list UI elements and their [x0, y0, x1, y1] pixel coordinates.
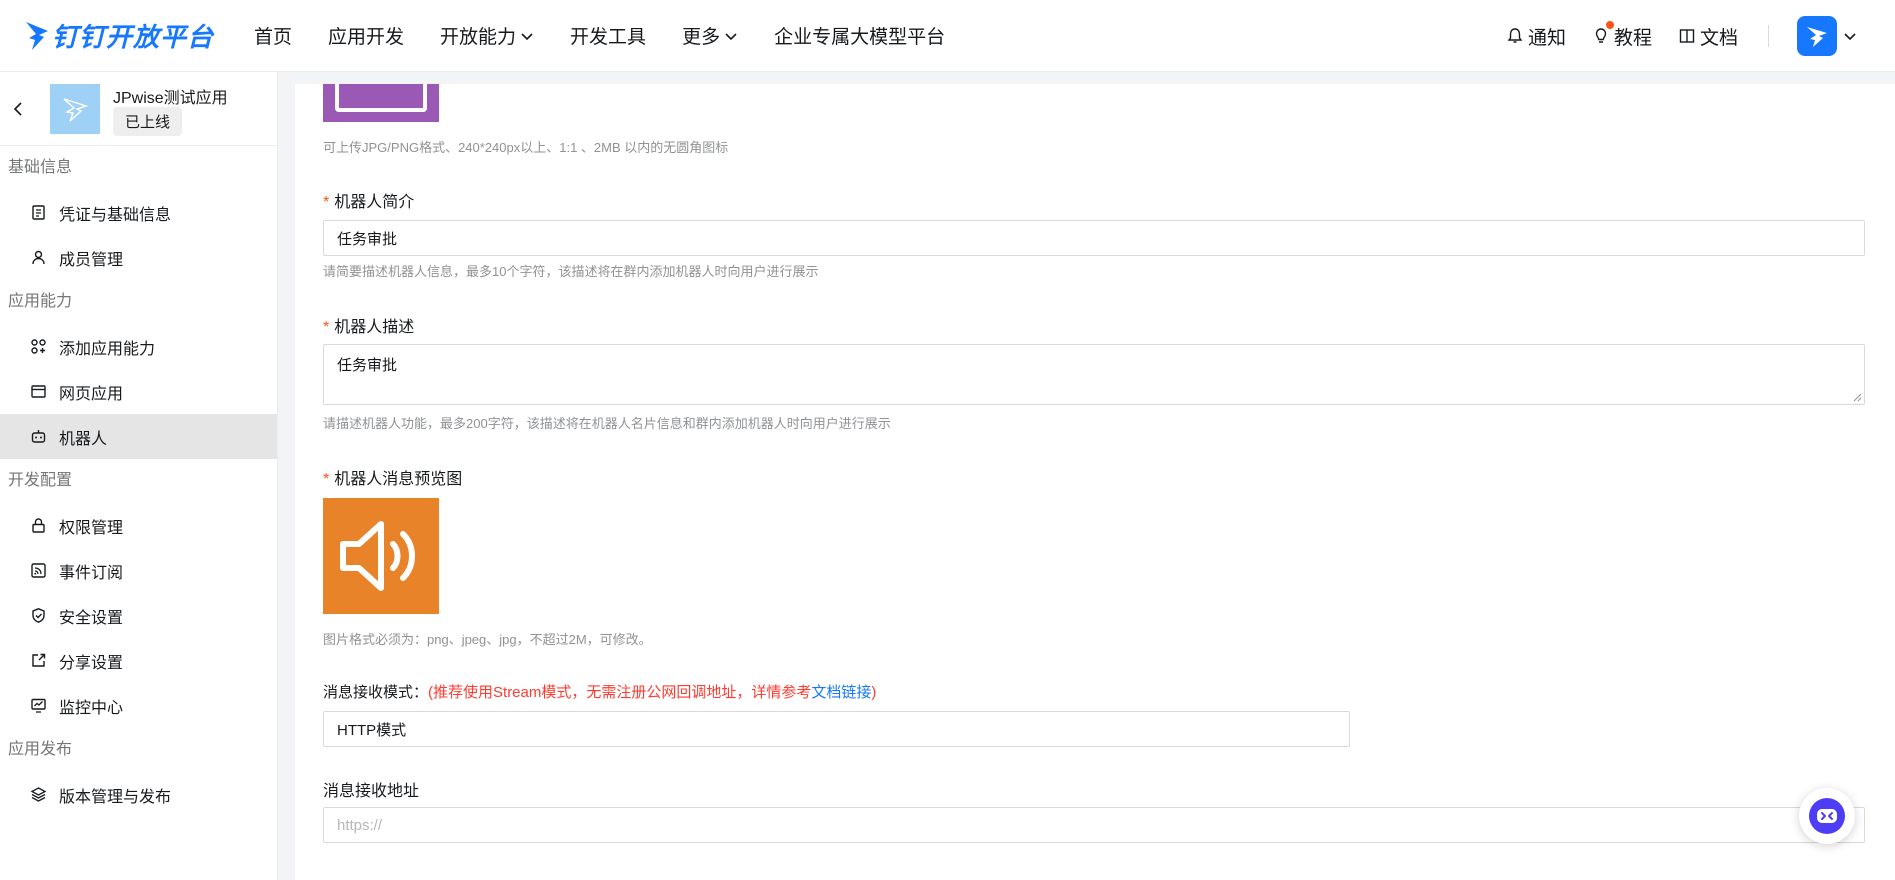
intro-hint: 请简要描述机器人信息，最多10个字符，该描述将在群内添加机器人时向用户进行展示 — [323, 264, 819, 279]
sidebar-item-share[interactable]: 分享设置 — [0, 638, 277, 683]
chat-bot-icon — [1817, 809, 1837, 823]
app-card: JPwise测试应用 已上线 — [0, 72, 277, 146]
url-input[interactable]: https:// — [323, 807, 1865, 843]
sidebar-item-monitor[interactable]: 监控中心 — [0, 683, 277, 728]
url-label: 消息接收地址 — [323, 783, 420, 800]
book-icon — [1679, 29, 1695, 43]
browser-icon — [31, 385, 46, 398]
top-navigation-bar: 钉钉开放平台 首页 应用开发 开放能力 开发工具 更多 企业专属大模型平台 通知… — [0, 0, 1895, 72]
assistant-float-button[interactable] — [1799, 788, 1855, 844]
sidebar-item-permissions[interactable]: 权限管理 — [0, 503, 277, 548]
nav-home[interactable]: 首页 — [254, 22, 292, 49]
nav-enterprise-llm[interactable]: 企业专属大模型平台 — [774, 22, 945, 49]
chevron-down-icon[interactable] — [1843, 29, 1857, 43]
user-avatar[interactable] — [1797, 16, 1837, 56]
user-icon — [32, 250, 45, 265]
mode-tip: 推荐使用Stream模式，无需注册公网回调地址，详情参考 — [433, 684, 812, 701]
sidebar-item-add-capability[interactable]: 添加应用能力 — [0, 324, 277, 369]
doc-link[interactable]: 文档链接 — [811, 684, 871, 701]
intro-input[interactable]: 任务审批 — [323, 220, 1865, 256]
lock-icon — [32, 518, 45, 533]
group-title-capabilities: 应用能力 — [8, 293, 73, 310]
group-title-basic: 基础信息 — [8, 159, 73, 176]
mode-select[interactable]: HTTP模式 — [323, 711, 1350, 747]
logo-text: 钉钉开放平台 — [52, 22, 215, 52]
apps-add-icon — [31, 339, 46, 354]
shield-icon — [32, 608, 45, 623]
required-asterisk: * — [323, 194, 330, 211]
logo[interactable]: 钉钉开放平台 — [24, 17, 224, 54]
preview-image-upload[interactable] — [323, 498, 439, 614]
desc-label: * 机器人描述 — [323, 319, 415, 336]
sidebar: JPwise测试应用 已上线 基础信息 凭证与基础信息 成员管理 应用能力 添加… — [0, 72, 278, 880]
monitor-icon — [31, 698, 46, 713]
document-icon — [32, 205, 45, 220]
nav-open-capability[interactable]: 开放能力 — [440, 22, 534, 49]
app-icon — [50, 84, 100, 134]
layers-icon — [30, 787, 47, 802]
chevron-down-icon — [521, 32, 533, 40]
sidebar-item-event-subscription[interactable]: 事件订阅 — [0, 548, 277, 593]
assistant-icon — [1809, 798, 1845, 834]
icon-upload-hint: 可上传JPG/PNG格式、240*240px以上、1:1 、2MB 以内的无圆角… — [323, 140, 729, 155]
main-nav: 首页 应用开发 开放能力 开发工具 更多 企业专属大模型平台 — [254, 22, 981, 49]
mode-label: 消息接收模式： — [323, 684, 429, 701]
bell-icon — [1507, 28, 1523, 43]
header-actions: 通知 教程 文档 — [1506, 0, 1895, 72]
app-status-badge: 已上线 — [113, 107, 183, 136]
required-asterisk: * — [323, 319, 330, 336]
nav-more[interactable]: 更多 — [682, 22, 738, 49]
resize-handle-icon[interactable] — [1852, 392, 1862, 402]
sidebar-item-security[interactable]: 安全设置 — [0, 593, 277, 638]
unread-dot — [1605, 20, 1614, 29]
tutorial-button[interactable]: 教程 — [1592, 20, 1652, 50]
nav-dev-tools[interactable]: 开发工具 — [570, 22, 646, 49]
intro-label: * 机器人简介 — [323, 194, 415, 211]
sidebar-item-versions[interactable]: 版本管理与发布 — [0, 772, 277, 817]
nav-app-dev[interactable]: 应用开发 — [328, 22, 404, 49]
speaker-icon — [340, 521, 415, 591]
mode-tip-close: ) — [871, 684, 877, 701]
chevron-down-icon — [725, 32, 737, 40]
rss-icon — [31, 563, 46, 578]
divider — [1768, 25, 1769, 47]
notification-button[interactable]: 通知 — [1506, 23, 1566, 50]
group-title-dev-config: 开发配置 — [8, 472, 73, 489]
preview-hint: 图片格式必须为：png、jpeg、jpg，不超过2M，可修改。 — [323, 632, 652, 647]
dingtalk-avatar-icon — [1807, 27, 1827, 47]
app-logo-icon — [63, 98, 89, 122]
group-title-release: 应用发布 — [8, 741, 73, 758]
lightbulb-icon — [1595, 28, 1607, 43]
required-asterisk: * — [323, 471, 330, 488]
robot-icon-upload[interactable] — [323, 84, 439, 122]
sidebar-item-credentials[interactable]: 凭证与基础信息 — [0, 190, 277, 235]
robot-config-form: 可上传JPG/PNG格式、240*240px以上、1:1 、2MB 以内的无圆角… — [295, 84, 1895, 880]
preview-label: * 机器人消息预览图 — [323, 471, 463, 488]
share-icon — [32, 653, 46, 667]
dingtalk-logo-icon — [26, 21, 48, 50]
app-name: JPwise测试应用 — [113, 90, 228, 107]
desc-textarea[interactable]: 任务审批 — [323, 344, 1865, 405]
back-arrow-icon[interactable] — [10, 100, 28, 118]
desc-hint: 请描述机器人功能，最多200字符，该描述将在机器人名片信息和群内添加机器人时向用… — [323, 416, 891, 431]
sidebar-item-robot[interactable]: 机器人 — [0, 414, 277, 459]
mode-label-row: 消息接收模式：(推荐使用Stream模式，无需注册公网回调地址，详情参考文档链接… — [323, 681, 876, 702]
docs-button[interactable]: 文档 — [1678, 23, 1738, 50]
robot-icon — [31, 430, 46, 443]
sidebar-item-web-app[interactable]: 网页应用 — [0, 369, 277, 414]
sidebar-item-members[interactable]: 成员管理 — [0, 235, 277, 280]
